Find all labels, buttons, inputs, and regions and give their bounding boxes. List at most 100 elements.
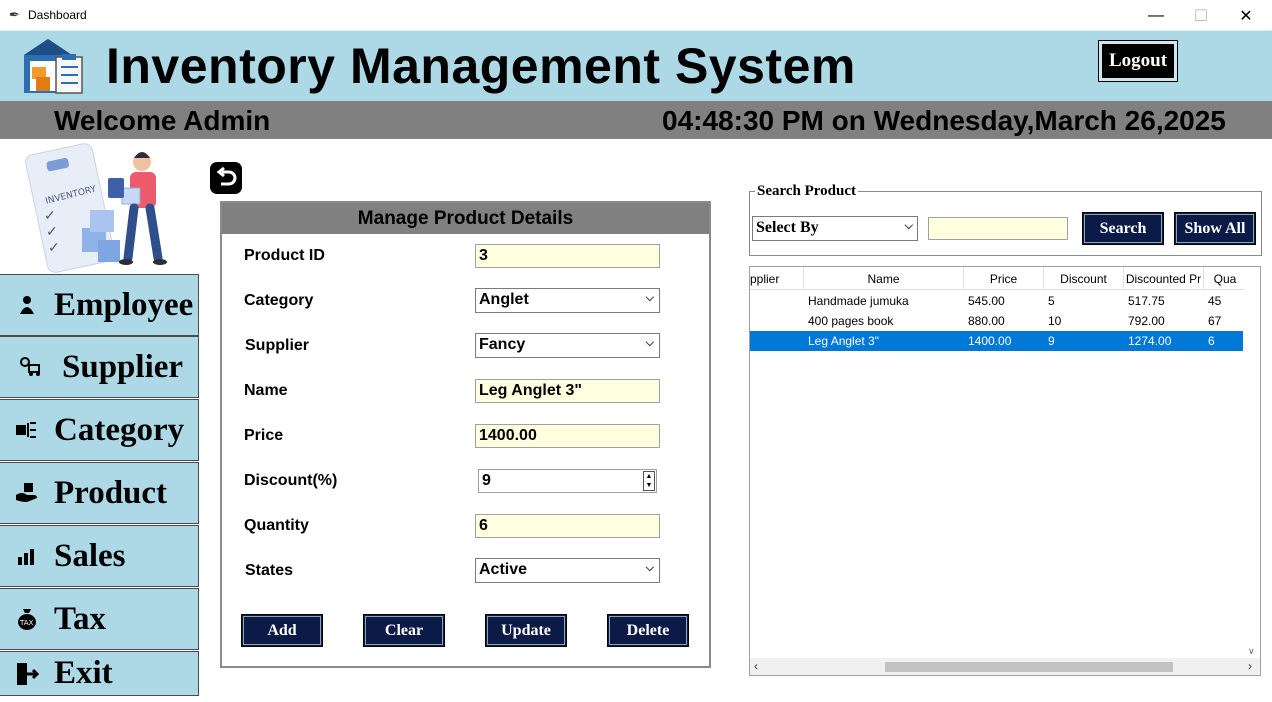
column-header-quantity[interactable]: Qua xyxy=(1204,267,1247,290)
scroll-right-arrow-icon[interactable]: › xyxy=(1248,659,1252,673)
column-header-price[interactable]: Price xyxy=(964,267,1044,290)
search-by-value: Select By xyxy=(756,219,819,236)
sidebar-item-employee[interactable]: Employee xyxy=(0,274,199,336)
chevron-down-icon: ⌵ xyxy=(645,337,654,349)
sidebar-item-tax[interactable]: TAX Tax xyxy=(0,588,199,650)
table-row[interactable]: 400 pages book 880.00 10 792.00 67 xyxy=(750,311,1243,331)
sidebar-item-sales[interactable]: Sales xyxy=(0,525,199,587)
status-select-value: Active xyxy=(479,561,528,578)
cell-name: 400 pages book xyxy=(808,314,894,328)
vertical-scrollbar[interactable]: ∨ xyxy=(1245,267,1260,659)
discount-value: 9 xyxy=(482,472,491,489)
cell-quantity: 67 xyxy=(1208,314,1222,328)
app-header: Inventory Management System Logout xyxy=(0,31,1272,101)
status-select[interactable]: Active ⌵ xyxy=(475,558,660,583)
warehouse-logo-icon xyxy=(24,39,83,94)
quantity-label: Quantity xyxy=(244,517,309,534)
scroll-down-arrow-icon[interactable]: ∨ xyxy=(1248,646,1255,657)
search-button[interactable]: Search xyxy=(1082,212,1164,245)
cell-price: 1400.00 xyxy=(968,334,1012,348)
window-titlebar: ✒ Dashboard — ☐ ✕ xyxy=(0,0,1272,31)
back-button[interactable] xyxy=(210,162,242,194)
logout-button[interactable]: Logout xyxy=(1098,40,1178,82)
product-table[interactable]: pplier Name Price Discount Discounted Pr… xyxy=(749,266,1261,676)
search-by-select[interactable]: Select By ⌵ xyxy=(752,216,918,241)
cell-discounted-price: 517.75 xyxy=(1128,294,1165,308)
cell-discount: 5 xyxy=(1048,294,1055,308)
cell-price: 545.00 xyxy=(968,294,1005,308)
supplier-icon xyxy=(0,357,62,377)
name-field[interactable]: Leg Anglet 3" xyxy=(475,379,660,403)
sales-icon xyxy=(0,546,54,566)
sidebar-item-label: Sales xyxy=(54,537,126,574)
column-header-discount[interactable]: Discount xyxy=(1044,267,1124,290)
sidebar-item-label: Category xyxy=(54,411,185,448)
cell-discounted-price: 1274.00 xyxy=(1128,334,1172,348)
supplier-label: Supplier xyxy=(245,337,310,354)
horizontal-scrollbar[interactable]: ‹ › xyxy=(750,658,1260,675)
show-all-button[interactable]: Show All xyxy=(1174,212,1256,245)
status-label: States xyxy=(245,562,294,579)
datetime-clock: 04:48:30 PM on Wednesday,March 26,2025 xyxy=(662,105,1226,136)
scrollbar-thumb[interactable] xyxy=(885,662,1173,672)
sidebar-item-product[interactable]: Product xyxy=(0,462,199,524)
spin-arrows-icon[interactable]: ▲ ▼ xyxy=(643,471,655,491)
update-button[interactable]: Update xyxy=(485,614,567,647)
app-title: Inventory Management System xyxy=(106,38,856,94)
maximize-button[interactable]: ☐ xyxy=(1178,0,1224,31)
panel-title: Manage Product Details xyxy=(222,203,709,234)
product-icon xyxy=(0,482,54,504)
welcome-text: Welcome Admin xyxy=(54,105,271,136)
svg-text:✓: ✓ xyxy=(48,239,60,255)
column-header-name[interactable]: Name xyxy=(804,267,964,290)
product-id-label: Product ID xyxy=(244,247,325,264)
discount-spinbox[interactable]: 9 ▲ ▼ xyxy=(478,469,657,493)
category-select[interactable]: Anglet ⌵ xyxy=(475,288,660,313)
status-bar: Welcome Admin 04:48:30 PM on Wednesday,M… xyxy=(0,101,1272,139)
cell-name: Handmade jumuka xyxy=(808,294,909,308)
sidebar-item-exit[interactable]: Exit xyxy=(0,651,199,696)
product-id-field[interactable]: 3 xyxy=(475,244,660,268)
quantity-field[interactable]: 6 xyxy=(475,514,660,538)
category-select-value: Anglet xyxy=(479,291,529,308)
chevron-down-icon: ⌵ xyxy=(645,562,654,574)
tax-icon: TAX xyxy=(0,607,54,631)
price-field[interactable]: 1400.00 xyxy=(475,424,660,448)
svg-text:✓: ✓ xyxy=(46,223,58,239)
price-label: Price xyxy=(244,427,284,444)
chevron-down-icon: ⌵ xyxy=(904,220,913,232)
inventory-clipboard-image: INVENTORY ✓ ✓ ✓ xyxy=(25,143,167,273)
sidebar-item-category[interactable]: Category xyxy=(0,399,199,461)
svg-text:✓: ✓ xyxy=(44,207,56,223)
close-button[interactable]: ✕ xyxy=(1223,0,1269,31)
cell-name: Leg Anglet 3" xyxy=(808,334,879,348)
supplier-select[interactable]: Fancy ⌵ xyxy=(475,333,660,358)
clear-button[interactable]: Clear xyxy=(363,614,445,647)
sidebar-item-label: Exit xyxy=(54,655,113,691)
table-row-selected[interactable]: Leg Anglet 3" 1400.00 9 1274.00 6 xyxy=(750,331,1243,351)
cell-discount: 10 xyxy=(1048,314,1062,328)
column-header-supplier[interactable]: pplier xyxy=(750,267,804,290)
column-header-discounted-price[interactable]: Discounted Pr xyxy=(1124,267,1204,290)
sidebar-item-supplier[interactable]: Supplier xyxy=(0,336,199,398)
table-row[interactable]: Handmade jumuka 545.00 5 517.75 45 xyxy=(750,291,1243,311)
feather-app-icon: ✒ xyxy=(9,7,20,22)
add-button[interactable]: Add xyxy=(241,614,323,647)
supplier-select-value: Fancy xyxy=(479,336,526,353)
discount-label: Discount(%) xyxy=(244,472,338,489)
name-label: Name xyxy=(244,382,288,399)
sidebar-item-label: Employee xyxy=(54,286,194,323)
search-input[interactable] xyxy=(928,217,1068,240)
svg-text:TAX: TAX xyxy=(19,619,34,627)
search-product-group: Search Product Select By ⌵ Search Show A… xyxy=(749,183,1262,256)
cell-discounted-price: 792.00 xyxy=(1128,314,1165,328)
inventory-illustration: INVENTORY ✓ ✓ ✓ xyxy=(0,140,199,274)
employee-icon xyxy=(0,295,54,315)
window-title: Dashboard xyxy=(28,8,87,22)
category-icon xyxy=(0,420,54,440)
scroll-left-arrow-icon[interactable]: ‹ xyxy=(754,659,758,673)
cell-quantity: 6 xyxy=(1208,334,1215,348)
chevron-down-icon: ⌵ xyxy=(645,292,654,304)
minimize-button[interactable]: — xyxy=(1133,0,1179,31)
delete-button[interactable]: Delete xyxy=(607,614,689,647)
